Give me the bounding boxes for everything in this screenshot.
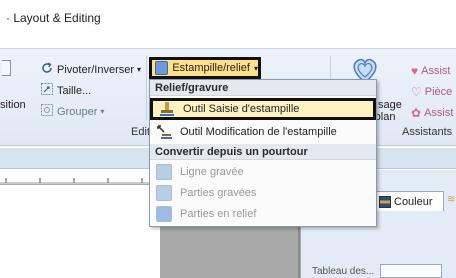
stamp-edit-icon (156, 124, 172, 140)
stamp-icon (155, 61, 169, 75)
relief-parts-icon (156, 206, 172, 222)
color-list-icon (379, 195, 391, 208)
menu-item-parties-gravees-label: Parties gravées (180, 187, 257, 199)
design-canvas[interactable] (0, 186, 160, 278)
taille-button[interactable]: Taille... (40, 82, 91, 99)
group-icon (40, 103, 54, 120)
estampille-relief-button[interactable]: Estampille/relief ▾ (149, 57, 261, 79)
chevron-down-icon: ▾ (137, 65, 142, 74)
chevron-down-icon: ▾ (253, 63, 258, 73)
estampille-label: Estampille/relief (172, 62, 250, 74)
title-bar: · Layout & Editing (0, 0, 456, 34)
ribbon-sage-fragment: sage (378, 99, 402, 111)
tab-couleur[interactable]: Couleur (374, 191, 444, 211)
ribbon-left-fragment: sition (0, 99, 26, 111)
piece-button[interactable]: ♡ Pièce (411, 85, 452, 99)
left-partial-icon[interactable] (2, 60, 11, 76)
pivoter-label: Pivoter/Inverser (57, 63, 135, 76)
scroll-glyph-icon: ≋ (447, 194, 456, 205)
menu-header-convertir: Convertir depuis un pourtour (150, 144, 376, 160)
estampille-dropdown-menu: Relief/gravure Outil Saisie d'estampille… (149, 79, 377, 227)
assistants-group-label: Assistants (402, 126, 453, 138)
menu-item-parties-gravees[interactable]: Parties gravées (150, 183, 376, 203)
stamp-tool-icon (159, 101, 175, 117)
menu-item-ligne-label: Ligne gravée (180, 166, 244, 178)
edit-group-label: Edit (131, 126, 150, 138)
couleur-tab-label: Couleur (394, 195, 433, 208)
flower-icon: ✿ (411, 106, 422, 120)
panel-field[interactable] (380, 264, 442, 278)
menu-item-outil-saisie[interactable]: Outil Saisie d'estampille (150, 98, 376, 120)
menu-item-ligne-gravee[interactable]: Ligne gravée (150, 162, 376, 182)
engraved-parts-icon (156, 185, 172, 201)
grouper-label: Grouper (57, 105, 98, 118)
menu-item-saisie-label: Outil Saisie d'estampille (183, 103, 300, 115)
horizontal-ruler (0, 170, 160, 185)
piece-label: Pièce (424, 86, 453, 98)
rotate-icon (40, 61, 54, 78)
pivoter-inverser-button[interactable]: Pivoter/Inverser ▾ (40, 61, 141, 78)
heart-icon: ♥ (411, 64, 419, 78)
engraved-line-icon (156, 164, 172, 180)
assist-label-1: Assist (421, 65, 451, 77)
chevron-down-icon: ▾ (100, 107, 105, 116)
grouper-button[interactable]: Grouper ▾ (40, 103, 104, 120)
panel-bottom-label: Tableau des... (312, 266, 375, 277)
menu-item-outil-modification[interactable]: Outil Modification de l'estampille (150, 122, 376, 142)
window-title: · Layout & Editing (6, 11, 101, 25)
menu-item-modification-label: Outil Modification de l'estampille (180, 126, 337, 138)
assist-button-2[interactable]: ✿ Assist (411, 106, 453, 120)
heart-outline-small-icon: ♡ (411, 85, 422, 99)
menu-item-parties-relief-label: Parties en relief (180, 208, 257, 220)
assist-button-1[interactable]: ♥ Assist (411, 64, 450, 78)
taille-label: Taille... (57, 84, 92, 97)
menu-header-relief-gravure: Relief/gravure (150, 80, 376, 96)
resize-icon (40, 82, 54, 99)
assist-label-2: Assist (424, 107, 454, 119)
group-separator (146, 56, 147, 120)
menu-item-parties-relief[interactable]: Parties en relief (150, 204, 376, 224)
